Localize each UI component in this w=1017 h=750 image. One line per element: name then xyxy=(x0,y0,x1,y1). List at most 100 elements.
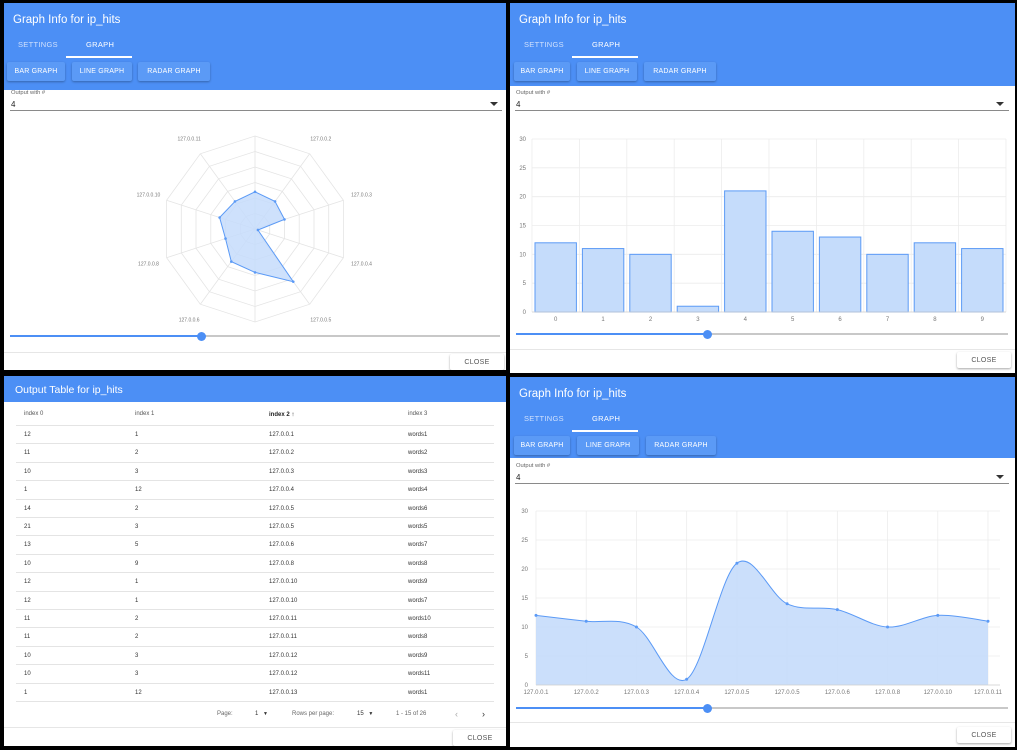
close-button[interactable]: CLOSE xyxy=(957,727,1011,743)
x-tick-label: 8 xyxy=(933,317,937,323)
line-graph-button[interactable]: LINE GRAPH xyxy=(577,436,639,455)
table-cell: 3 xyxy=(135,671,139,678)
y-tick-label: 15 xyxy=(521,596,528,602)
column-header-index-2[interactable]: index 2 ↑ xyxy=(269,411,295,418)
panel-header: Graph Info for ip_hits SETTINGS GRAPH BA… xyxy=(510,377,1015,458)
close-button[interactable]: CLOSE xyxy=(450,354,504,370)
table-cell: 12 xyxy=(24,579,31,586)
chevron-down-icon[interactable] xyxy=(996,475,1004,479)
bar-graph-button[interactable]: BAR GRAPH xyxy=(514,436,570,455)
output-label: Output with # xyxy=(11,90,46,96)
tab-graph[interactable]: GRAPH xyxy=(86,40,114,49)
x-tick-label: 127.0.0.6 xyxy=(825,690,851,696)
radar-graph-button[interactable]: RADAR GRAPH xyxy=(644,62,716,81)
rows-per-page-select[interactable]: 15 ▼ xyxy=(357,711,373,717)
table-cell: 12 xyxy=(135,689,142,696)
close-button[interactable]: CLOSE xyxy=(957,352,1011,368)
tab-settings[interactable]: SETTINGS xyxy=(524,40,564,49)
radar-data-point xyxy=(273,200,277,203)
chevron-down-icon[interactable] xyxy=(996,102,1004,106)
x-tick-label: 127.0.0.2 xyxy=(574,690,600,696)
tab-bar: SETTINGS GRAPH xyxy=(4,34,506,58)
data-point xyxy=(735,561,739,565)
row-divider xyxy=(16,425,494,426)
table-cell: words4 xyxy=(408,487,428,494)
column-header-index-3[interactable]: index 3 xyxy=(408,411,427,417)
data-point xyxy=(986,619,990,623)
x-tick-label: 1 xyxy=(601,317,605,323)
table-cell: 21 xyxy=(24,524,31,530)
slider-thumb[interactable] xyxy=(703,703,713,713)
output-slider[interactable] xyxy=(516,703,1008,713)
y-tick-label: 10 xyxy=(521,625,528,631)
radar-graph-button[interactable]: RADAR GRAPH xyxy=(138,62,210,81)
y-tick-label: 5 xyxy=(523,281,527,287)
y-tick-label: 0 xyxy=(525,683,529,689)
x-tick-label: 5 xyxy=(791,317,795,323)
bar-graph-button[interactable]: BAR GRAPH xyxy=(514,62,570,81)
row-divider xyxy=(16,572,494,574)
footer-divider xyxy=(4,352,506,353)
table-cell: words7 xyxy=(408,597,428,604)
output-table-panel: Output Table for ip_hits index 0 index 1… xyxy=(4,376,506,746)
table-cell: words2 xyxy=(408,450,428,457)
output-select-value[interactable]: 4 xyxy=(516,100,520,109)
table-cell: words6 xyxy=(408,505,428,512)
column-header-index-0[interactable]: index 0 xyxy=(24,411,43,417)
slider-fill xyxy=(516,333,708,335)
slider-thumb[interactable] xyxy=(196,331,206,341)
row-divider xyxy=(16,517,494,518)
tab-bar: SETTINGS GRAPH xyxy=(510,408,1015,432)
bar xyxy=(866,253,909,313)
data-point xyxy=(584,619,588,623)
tab-graph[interactable]: GRAPH xyxy=(592,414,620,423)
column-header-index-1[interactable]: index 1 xyxy=(135,411,154,417)
output-select-value[interactable]: 4 xyxy=(11,100,15,109)
page-select[interactable]: 1 ▼ xyxy=(255,711,268,717)
radar-axis-label: 127.0.0.4 xyxy=(351,262,372,268)
y-tick-label: 10 xyxy=(519,252,526,258)
x-tick-label: 6 xyxy=(838,317,842,323)
chevron-right-icon[interactable]: › xyxy=(482,709,485,719)
data-point xyxy=(534,613,538,617)
radar-graph-button[interactable]: RADAR GRAPH xyxy=(646,436,716,455)
slider-fill xyxy=(10,335,202,337)
chevron-down-icon[interactable] xyxy=(490,102,498,106)
table-cell: words8 xyxy=(408,634,428,641)
output-slider[interactable] xyxy=(516,329,1008,339)
row-divider xyxy=(16,553,494,555)
y-tick-label: 20 xyxy=(519,195,526,201)
graph-type-buttons: BAR GRAPH LINE GRAPH RADAR GRAPH xyxy=(510,58,1015,90)
line-chart: 0 5 10 15 20 25 30 127.0.0.1 127.0.0.2 127.0.0.3 1… xyxy=(521,509,1002,696)
bar xyxy=(961,248,1004,313)
caret-down-icon: ▼ xyxy=(368,711,374,717)
line-graph-button[interactable]: LINE GRAPH xyxy=(577,62,637,81)
table-cell: 13 xyxy=(24,542,31,549)
bar-graph-button[interactable]: BAR GRAPH xyxy=(7,62,65,81)
table-cell: words1 xyxy=(408,689,428,696)
slider-thumb[interactable] xyxy=(703,329,713,339)
footer-divider xyxy=(510,722,1015,723)
chevron-left-icon[interactable]: ‹ xyxy=(455,709,458,719)
table-cell: 127.0.0.3 xyxy=(269,468,295,475)
table-cell: 5 xyxy=(135,542,139,549)
line-graph-button[interactable]: LINE GRAPH xyxy=(72,62,132,81)
tab-graph[interactable]: GRAPH xyxy=(592,40,620,49)
panel-title: Graph Info for ip_hits xyxy=(519,388,627,400)
tab-settings[interactable]: SETTINGS xyxy=(18,40,58,49)
bar-graph-panel: Graph Info for ip_hits SETTINGS GRAPH BA… xyxy=(510,3,1015,373)
table-cell: 10 xyxy=(24,560,31,567)
radar-axis-label: 127.0.0.6 xyxy=(179,318,200,324)
y-tick-label: 30 xyxy=(519,137,526,143)
x-tick-label: 127.0.0.5 xyxy=(775,690,801,696)
tab-settings[interactable]: SETTINGS xyxy=(524,414,564,423)
output-slider[interactable] xyxy=(10,331,500,341)
table-header-bar: Output Table for ip_hits xyxy=(4,376,506,402)
output-select-value[interactable]: 4 xyxy=(516,473,520,482)
close-button[interactable]: CLOSE xyxy=(453,730,506,746)
graph-type-buttons: BAR GRAPH LINE GRAPH RADAR GRAPH xyxy=(4,58,506,90)
table-cell: 127.0.0.2 xyxy=(269,450,295,457)
table-cell: 2 xyxy=(135,616,139,622)
radar-axis-label: 127.0.0.8 xyxy=(138,262,159,268)
page-label: Page: xyxy=(217,711,233,717)
